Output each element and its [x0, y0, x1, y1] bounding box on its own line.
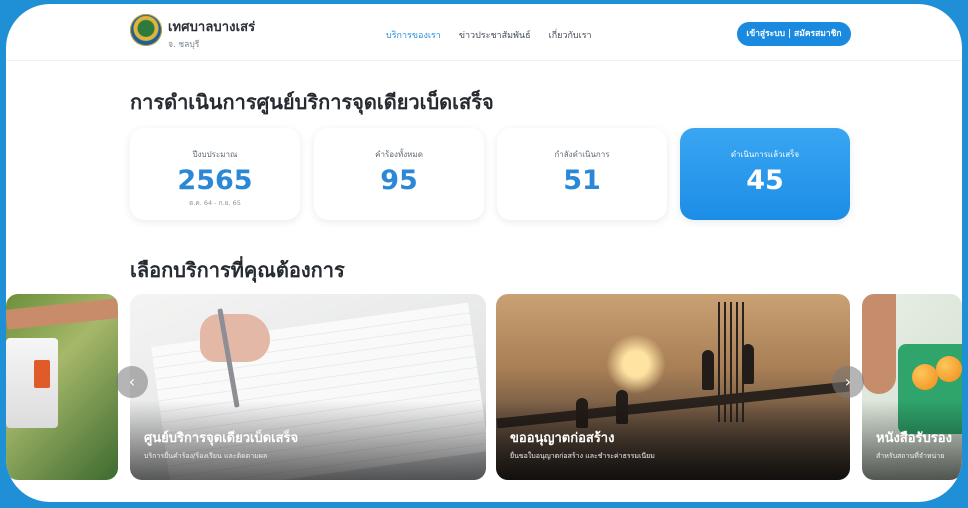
service-description: ยื่นขอใบอนุญาตก่อสร้าง และชำระค่าธรรมเนี…	[510, 452, 655, 460]
nav-our-services[interactable]: บริการของเรา	[386, 28, 441, 42]
service-card-one-stop[interactable]: ศูนย์บริการจุดเดียวเบ็ดเสร็จ บริการยื่นค…	[130, 294, 486, 480]
stat-value: 95	[380, 165, 418, 196]
service-description: บริการยื่นคำร้อง/ร้องเรียน และติดตามผล	[144, 452, 268, 460]
stat-value: 51	[563, 165, 601, 196]
sun-image	[606, 334, 666, 394]
login-register-button[interactable]: เข้าสู่ระบบ | สมัครสมาชิก	[737, 22, 851, 46]
carousel-prev-button[interactable]: ‹	[116, 366, 148, 398]
service-card-certificate[interactable]: หนังสือรับรอง สำหรับสถานที่จำหน่าย	[862, 294, 962, 480]
stat-card-total-requests: คำร้องทั้งหมด 95	[314, 128, 484, 220]
orange-image	[936, 356, 962, 382]
service-title: หนังสือรับรอง	[876, 431, 952, 446]
stat-label: กำลังดำเนินการ	[554, 150, 610, 159]
services-carousel: ศูนย์บริการจุดเดียวเบ็ดเสร็จ บริการยื่นค…	[6, 294, 962, 480]
nav-about-us[interactable]: เกี่ยวกับเรา	[549, 28, 592, 42]
stat-value: 2565	[177, 165, 253, 196]
stat-card-fiscal-year: ปีงบประมาณ 2565 ต.ค. 64 - ก.ย. 65	[130, 128, 300, 220]
worker-figure	[742, 344, 754, 384]
service-title: ขออนุญาตก่อสร้าง	[510, 431, 615, 446]
top-header: เทศบาลบางเสร่ จ. ชลบุรี บริการของเรา ข่า…	[6, 4, 962, 61]
chevron-right-icon: ›	[844, 372, 852, 391]
arm-image	[6, 298, 118, 330]
stat-value: 45	[746, 165, 784, 196]
municipality-logo[interactable]	[130, 14, 162, 46]
chevron-left-icon: ‹	[128, 372, 136, 391]
nav-news[interactable]: ข่าวประชาสัมพันธ์	[459, 28, 531, 42]
brand-name: เทศบาลบางเสร่	[168, 20, 256, 35]
stat-card-completed: ดำเนินการแล้วเสร็จ 45	[680, 128, 850, 220]
stat-card-in-progress: กำลังดำเนินการ 51	[497, 128, 667, 220]
stat-label: ปีงบประมาณ	[192, 150, 238, 159]
service-description: สำหรับสถานที่จำหน่าย	[876, 452, 945, 460]
hand-image	[200, 314, 270, 362]
carousel-next-button[interactable]: ›	[832, 366, 864, 398]
worker-figure	[702, 350, 714, 390]
service-card-partial-left[interactable]	[6, 294, 118, 480]
service-card-construction-permit[interactable]: ขออนุญาตก่อสร้าง ยื่นขอใบอนุญาตก่อสร้าง …	[496, 294, 850, 480]
services-heading: เลือกบริการที่คุณต้องการ	[130, 258, 345, 282]
page-title: การดำเนินการศูนย์บริการจุดเดียวเบ็ดเสร็จ	[130, 90, 494, 114]
container-image	[6, 338, 58, 428]
arm-image	[862, 294, 896, 394]
app-window: เทศบาลบางเสร่ จ. ชลบุรี บริการของเรา ข่า…	[6, 4, 962, 502]
stat-label: คำร้องทั้งหมด	[375, 150, 423, 159]
stat-label: ดำเนินการแล้วเสร็จ	[730, 150, 800, 159]
service-title: ศูนย์บริการจุดเดียวเบ็ดเสร็จ	[144, 431, 299, 446]
stat-subtext: ต.ค. 64 - ก.ย. 65	[189, 199, 241, 207]
orange-image	[912, 364, 938, 390]
brand-province: จ. ชลบุรี	[168, 40, 200, 50]
main-nav: บริการของเรา ข่าวประชาสัมพันธ์ เกี่ยวกับ…	[386, 28, 592, 42]
